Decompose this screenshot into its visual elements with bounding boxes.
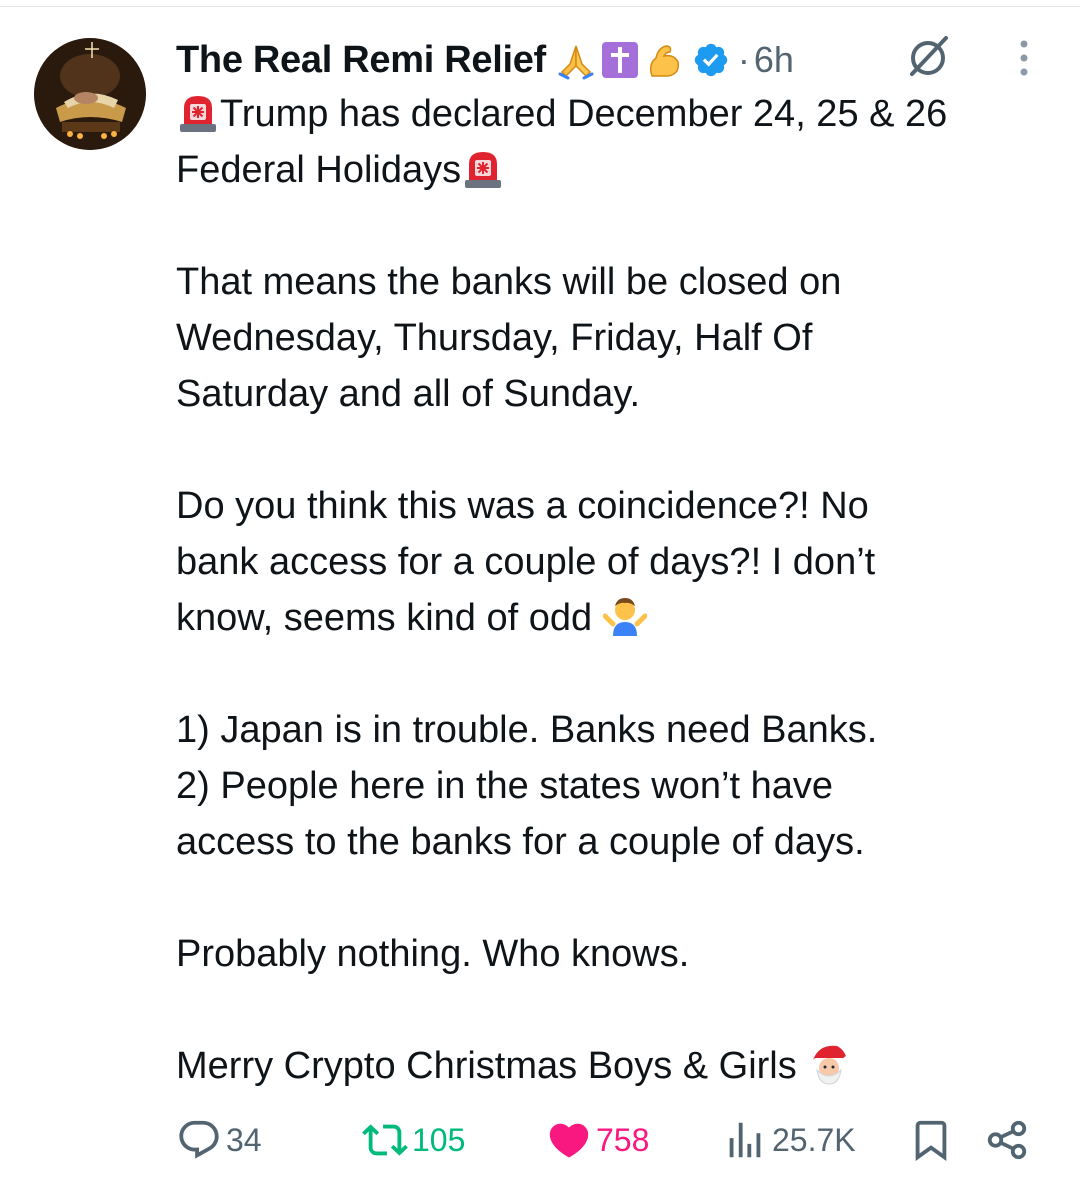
time-separator: · [737, 39, 750, 80]
folded-hands-emoji [556, 40, 596, 80]
santa-emoji [813, 1045, 852, 1085]
flexed-biceps-emoji [644, 40, 684, 80]
nativity-manger-avatar [34, 38, 146, 150]
post-header: The Real Remi Relief · 6h [176, 34, 794, 86]
views-button[interactable]: 25.7K [722, 1112, 856, 1168]
post-paragraph-3: Do you think this was a coincidence?! No… [176, 478, 1056, 646]
repost-count: 105 [412, 1121, 466, 1158]
post-paragraph-1: Trump has declared December 24, 25 & 26 [176, 86, 1056, 142]
post-headline-line-1: Trump has declared December 24, 25 & 26 [220, 93, 948, 135]
avatar[interactable] [34, 38, 146, 150]
post-paragraph-6-text: Merry Crypto Christmas Boys & Girls [176, 1045, 808, 1087]
like-count: 758 [596, 1121, 650, 1158]
post-paragraph-4: 1) Japan is in trouble. Banks need Banks… [176, 709, 878, 863]
post-paragraph-5: Probably nothing. Who knows. [176, 933, 690, 975]
post-paragraph-2: That means the banks will be closed on W… [176, 261, 842, 415]
bookmark-icon [915, 1120, 947, 1161]
heart-icon [549, 1123, 589, 1158]
reply-count: 34 [226, 1121, 262, 1158]
siren-emoji [465, 152, 502, 188]
grok-icon[interactable] [902, 30, 954, 82]
reply-icon [179, 1120, 219, 1159]
verified-badge-icon[interactable] [692, 41, 730, 79]
like-button[interactable]: 758 [546, 1112, 649, 1168]
views-count: 25.7K [772, 1121, 856, 1158]
post-action-bar: 34 105 758 25.7K [176, 1112, 1036, 1168]
shrug-emoji [602, 598, 647, 636]
post-paragraph-3-text: Do you think this was a coincidence?! No… [176, 485, 876, 639]
views-icon [729, 1122, 761, 1158]
post-text: Trump has declared December 24, 25 & 26 … [176, 86, 1056, 1094]
siren-emoji [180, 96, 216, 132]
repost-icon [362, 1124, 408, 1156]
repost-button[interactable]: 105 [362, 1112, 465, 1168]
latin-cross-emoji [600, 40, 640, 80]
post-headline-line-2: Federal Holidays [176, 149, 462, 191]
more-vertical-icon[interactable] [1006, 38, 1042, 78]
post-timestamp[interactable]: 6h [754, 39, 794, 81]
reply-button[interactable]: 34 [176, 1112, 262, 1168]
post-paragraph-6: Merry Crypto Christmas Boys & Girls [176, 1038, 1056, 1094]
author-display-name[interactable]: The Real Remi Relief [176, 39, 546, 82]
top-divider [0, 6, 1080, 7]
share-button[interactable] [984, 1112, 1030, 1168]
share-icon [987, 1120, 1027, 1160]
bookmark-button[interactable] [908, 1112, 954, 1168]
